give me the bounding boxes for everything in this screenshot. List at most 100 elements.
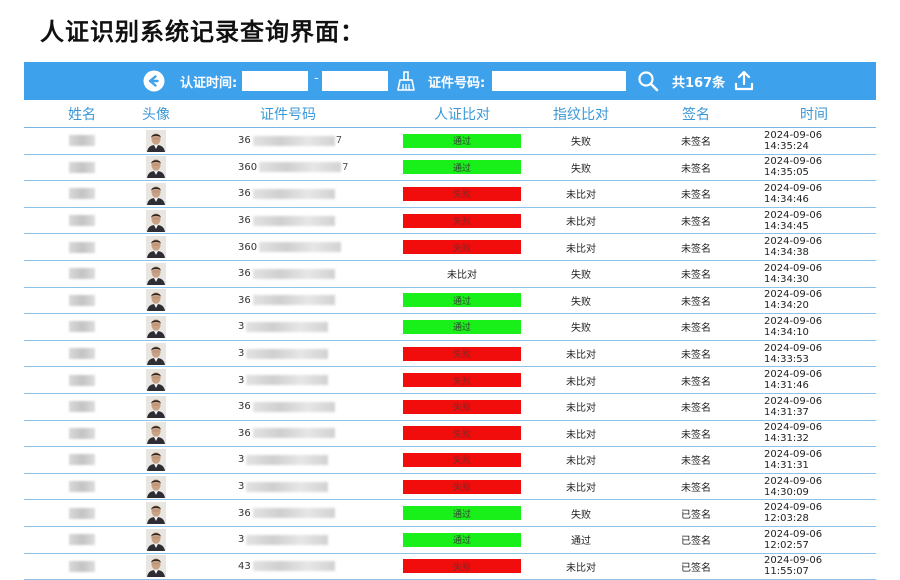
signature-cell: 未签名 xyxy=(666,288,726,314)
table-row[interactable]: 3 失败 未比对 未签名 2024-09-06 14:33:53 xyxy=(24,341,876,368)
signature-status: 未签名 xyxy=(681,217,711,229)
avatar-cell xyxy=(128,314,184,340)
column-header-face-compare[interactable]: 人证比对 xyxy=(412,104,512,124)
id-number-redacted xyxy=(259,242,342,253)
signature-status: 未签名 xyxy=(681,243,711,255)
column-header-time[interactable]: 时间 xyxy=(764,104,864,124)
fingerprint-compare-text: 失败 xyxy=(571,323,591,335)
fingerprint-compare-cell: 失败 xyxy=(531,155,631,181)
id-number-redacted xyxy=(252,561,335,572)
avatar[interactable] xyxy=(146,528,166,551)
back-icon[interactable] xyxy=(142,69,166,93)
search-icon[interactable] xyxy=(636,69,660,93)
upload-icon[interactable] xyxy=(732,69,756,93)
avatar-cell xyxy=(128,367,184,393)
time-to-input[interactable] xyxy=(322,71,388,91)
column-header-name[interactable]: 姓名 xyxy=(54,104,110,124)
avatar[interactable] xyxy=(146,289,166,312)
clear-broom-icon[interactable] xyxy=(394,69,418,93)
time-range-separator: - xyxy=(314,71,319,86)
id-cell: 36 xyxy=(238,261,378,287)
avatar[interactable] xyxy=(146,182,166,205)
column-header-signature[interactable]: 签名 xyxy=(666,104,726,124)
signature-status: 未签名 xyxy=(681,456,711,468)
avatar[interactable] xyxy=(146,502,166,525)
avatar[interactable] xyxy=(146,129,166,152)
table-row[interactable]: 3 失败 未比对 未签名 2024-09-06 14:30:09 xyxy=(24,474,876,501)
fingerprint-compare-text: 通过 xyxy=(571,536,591,548)
avatar[interactable] xyxy=(146,395,166,418)
avatar[interactable] xyxy=(146,422,166,445)
face-compare-badge: 通过 xyxy=(403,532,521,547)
id-number-prefix: 43 xyxy=(238,560,251,572)
name-redacted xyxy=(69,454,95,466)
avatar[interactable] xyxy=(146,236,166,259)
table-row[interactable]: 3 失败 未比对 未签名 2024-09-06 14:31:46 xyxy=(24,367,876,394)
name-cell xyxy=(54,367,110,393)
table-row[interactable]: 36 未比对 失败 未签名 2024-09-06 14:34:30 xyxy=(24,261,876,288)
fingerprint-compare-text: 失败 xyxy=(571,296,591,308)
time-cell: 2024-09-06 14:34:10 xyxy=(764,314,864,340)
name-redacted xyxy=(69,241,95,253)
avatar[interactable] xyxy=(146,555,166,578)
id-number-redacted xyxy=(246,481,329,492)
signature-cell: 已签名 xyxy=(666,500,726,526)
avatar[interactable] xyxy=(146,475,166,498)
table-row[interactable]: 3 通过 通过 已签名 2024-09-06 12:02:57 xyxy=(24,527,876,554)
avatar[interactable] xyxy=(146,315,166,338)
table-row[interactable]: 36 失败 未比对 未签名 2024-09-06 14:34:45 xyxy=(24,208,876,235)
avatar[interactable] xyxy=(146,262,166,285)
time-cell: 2024-09-06 12:02:57 xyxy=(764,527,864,553)
face-compare-cell: 失败 xyxy=(403,341,521,367)
table-row[interactable]: 36 通过 失败 已签名 2024-09-06 12:03:28 xyxy=(24,500,876,527)
avatar-cell xyxy=(128,261,184,287)
id-number-redacted xyxy=(252,215,335,226)
table-row[interactable]: 36 通过 失败 未签名 2024-09-06 14:34:20 xyxy=(24,288,876,315)
table-row[interactable]: 3 失败 未比对 未签名 2024-09-06 14:31:31 xyxy=(24,447,876,474)
id-number-redacted xyxy=(252,188,335,199)
id-number-prefix: 3 xyxy=(238,534,245,546)
table-row[interactable]: 360 失败 未比对 未签名 2024-09-06 14:34:38 xyxy=(24,234,876,261)
avatar[interactable] xyxy=(146,448,166,471)
face-compare-cell: 通过 xyxy=(403,314,521,340)
table-row[interactable]: 43 失败 未比对 已签名 2024-09-06 11:55:07 xyxy=(24,554,876,580)
time-cell: 2024-09-06 12:03:28 xyxy=(764,500,864,526)
column-header-fingerprint-compare[interactable]: 指纹比对 xyxy=(531,104,631,124)
avatar[interactable] xyxy=(146,209,166,232)
record-time: 2024-09-06 12:03:28 xyxy=(764,502,823,525)
id-number-prefix: 3 xyxy=(238,374,245,386)
signature-cell: 未签名 xyxy=(666,208,726,234)
fingerprint-compare-text: 失败 xyxy=(571,509,591,521)
fingerprint-compare-cell: 未比对 xyxy=(531,234,631,260)
signature-status: 未签名 xyxy=(681,137,711,149)
id-cell: 360 7 xyxy=(238,155,378,181)
time-cell: 2024-09-06 14:33:53 xyxy=(764,341,864,367)
name-redacted xyxy=(69,135,95,147)
name-cell xyxy=(54,208,110,234)
avatar-cell xyxy=(128,554,184,580)
table-row[interactable]: 36 失败 未比对 未签名 2024-09-06 14:31:32 xyxy=(24,421,876,448)
table-row[interactable]: 36 失败 未比对 未签名 2024-09-06 14:31:37 xyxy=(24,394,876,421)
table-row[interactable]: 360 7 通过 失败 未签名 2024-09-06 14:35:05 xyxy=(24,155,876,182)
table-row[interactable]: 36 失败 未比对 未签名 2024-09-06 14:34:46 xyxy=(24,181,876,208)
column-header-id[interactable]: 证件号码 xyxy=(238,104,338,124)
face-compare-cell: 失败 xyxy=(403,447,521,473)
table-row[interactable]: 36 7 通过 失败 未签名 2024-09-06 14:35:24 xyxy=(24,128,876,155)
table-row[interactable]: 3 通过 失败 未签名 2024-09-06 14:34:10 xyxy=(24,314,876,341)
column-header-avatar[interactable]: 头像 xyxy=(128,104,184,124)
id-number-redacted xyxy=(259,162,342,173)
fingerprint-compare-text: 未比对 xyxy=(566,243,596,255)
fingerprint-compare-cell: 失败 xyxy=(531,261,631,287)
name-redacted xyxy=(69,188,95,200)
id-number-prefix: 360 xyxy=(238,161,258,173)
id-number-input[interactable] xyxy=(492,71,626,91)
time-from-input[interactable] xyxy=(242,71,308,91)
signature-cell: 未签名 xyxy=(666,261,726,287)
face-compare-cell: 失败 xyxy=(403,367,521,393)
fingerprint-compare-cell: 失败 xyxy=(531,288,631,314)
avatar-cell xyxy=(128,500,184,526)
face-compare-cell: 失败 xyxy=(403,181,521,207)
avatar[interactable] xyxy=(146,156,166,179)
avatar[interactable] xyxy=(146,342,166,365)
avatar[interactable] xyxy=(146,369,166,392)
